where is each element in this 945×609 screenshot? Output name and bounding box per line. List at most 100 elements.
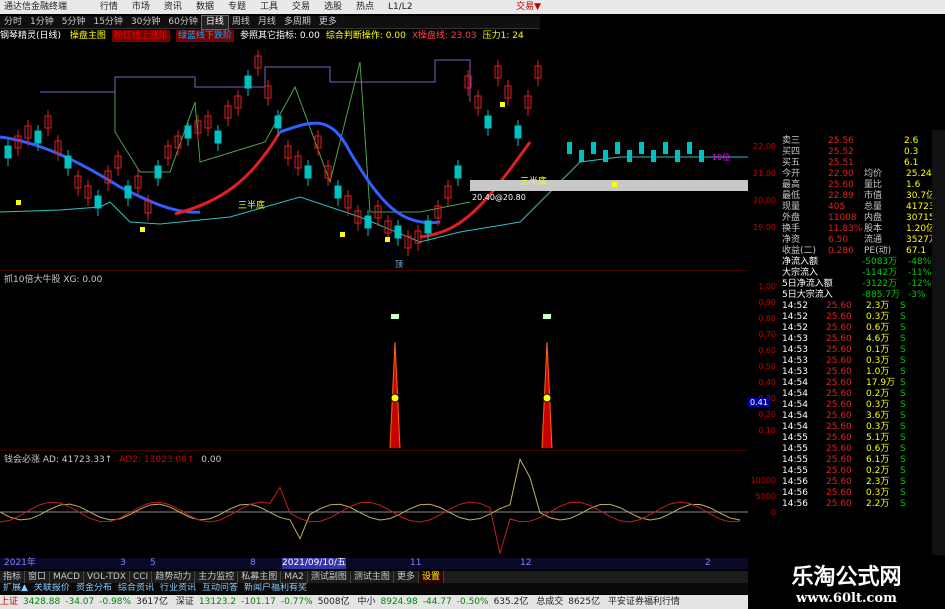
right-sidebar[interactable]: [932, 130, 945, 570]
indicator-tab-1[interactable]: 窗口: [25, 571, 51, 583]
ad-line: [0, 457, 741, 540]
menu-item-6[interactable]: 交易: [292, 2, 310, 12]
indicator-item-4: 综合判断操作: 0.00: [325, 31, 406, 41]
candle-body: [124, 185, 132, 199]
indicator-item-2: 绿蓝线下跌阶: [175, 30, 234, 42]
period-8[interactable]: 月线: [254, 16, 280, 29]
stat-row: 换手 11.83% 股本 1.20亿: [782, 224, 945, 235]
candle-body: [615, 142, 620, 154]
cell: 14:56: [782, 488, 808, 498]
watermark: 乐淘公式网 www.60lt.com: [748, 555, 945, 609]
candle-body: [214, 130, 222, 144]
candle-body: [184, 125, 192, 139]
signal-label-1: 三半底: [238, 199, 265, 211]
tick-row: 14:52 25.60 2.3万 S: [782, 301, 945, 312]
period-7[interactable]: 周线: [228, 16, 254, 29]
period-6[interactable]: 日线: [200, 15, 229, 30]
period-0[interactable]: 分时: [0, 16, 26, 29]
price-tick: 22.00: [753, 142, 776, 151]
indicator-tab-4[interactable]: CCI: [130, 571, 153, 583]
stat-value: 11.83%: [828, 224, 863, 234]
indicator-tab-0[interactable]: 指标: [0, 571, 26, 583]
stat-value: 25.60: [828, 180, 854, 190]
cell: 净资: [782, 235, 801, 245]
order-row: 买五 25.51 6.1: [782, 158, 945, 169]
period-4[interactable]: 30分钟: [127, 16, 164, 29]
indicator-bar: 钢琴精灵(日线) 操盘主图 粉红线上涨阶 绿蓝线下跌阶 参照其它指标: 0.00 综合判…: [0, 30, 540, 42]
candle-body: [394, 225, 402, 239]
indicator-tab-7[interactable]: 私募主图: [238, 571, 282, 583]
sub2-chart[interactable]: [0, 450, 748, 558]
tick-price: 25.60: [826, 356, 852, 366]
period-9[interactable]: 多周期: [280, 16, 315, 29]
cell: 14:52: [782, 323, 808, 333]
zx-pct: -0.50%: [456, 597, 489, 607]
menu-item-0[interactable]: 行情: [100, 2, 118, 12]
period-2[interactable]: 5分钟: [58, 16, 90, 29]
info-tab-5[interactable]: 互动问答: [199, 583, 241, 594]
broker-label[interactable]: 平安证券福利行情: [608, 595, 680, 609]
period-1[interactable]: 1分钟: [26, 16, 58, 29]
candle-body: [639, 142, 644, 154]
indicator-name[interactable]: 钢琴精灵(日线): [0, 30, 61, 42]
info-tab-0[interactable]: 扩展▲: [0, 583, 31, 594]
tick-vol: 6.1万: [866, 455, 890, 465]
info-tab-3[interactable]: 综合资讯: [115, 583, 157, 594]
sub2-tick: 0: [770, 508, 776, 517]
tick-side: S: [900, 389, 906, 399]
candle-body: [675, 150, 680, 162]
indicator-tab-5[interactable]: 趋势动力: [152, 571, 196, 583]
tick-vol: 0.6万: [866, 444, 890, 454]
info-tab-2[interactable]: 资金分布: [73, 583, 115, 594]
main-kline-chart[interactable]: 20.40@20.80三半底三半底顶10位: [0, 42, 748, 268]
sub1-chart[interactable]: [0, 270, 748, 450]
tick-row: 14:55 25.60 0.2万 S: [782, 466, 945, 477]
menu-item-1[interactable]: 市场: [132, 2, 150, 12]
indicator-tab-11[interactable]: 更多: [394, 571, 419, 583]
menu-item-4[interactable]: 专题: [228, 2, 246, 12]
indicator-tab-10[interactable]: 测试主图: [351, 571, 394, 583]
indicator-tab-2[interactable]: MACD: [50, 571, 85, 583]
period-5[interactable]: 60分钟: [164, 16, 201, 29]
tick-side: S: [900, 356, 906, 366]
info-tab-1[interactable]: 关联报价: [31, 583, 73, 594]
menu-item-8[interactable]: 热点: [356, 2, 374, 12]
cell: 最低: [782, 191, 801, 201]
candle-body: [4, 145, 12, 159]
indicator-tab-9[interactable]: 测试副图: [308, 571, 351, 583]
cell: 14:55: [782, 444, 808, 454]
tick-vol: 0.6万: [866, 323, 890, 333]
menu-item-9[interactable]: L1/L2: [388, 2, 413, 12]
cell: 14:54: [782, 400, 808, 410]
menu-item-5[interactable]: 工具: [260, 2, 278, 12]
candle-body: [94, 195, 102, 209]
period-3[interactable]: 15分钟: [89, 16, 126, 29]
trade-menu[interactable]: 交易▼: [516, 0, 541, 14]
info-tab-6[interactable]: 新闻户福利有奖: [241, 583, 310, 594]
indicator-tab-12[interactable]: 设置: [418, 571, 444, 583]
watermark-cn: 乐淘公式网: [791, 565, 902, 590]
tick-row: 14:52 25.60 0.3万 S: [782, 312, 945, 323]
menu-item-3[interactable]: 数据: [196, 2, 214, 12]
zx-chg: -44.77: [422, 597, 452, 607]
info-tabs: 扩展▲ 关联报价 资金分布 综合资讯 行业资讯 互动问答 新闻户福利有奖: [0, 583, 748, 594]
tick-row: 14:56 25.60 2.3万 S: [782, 477, 945, 488]
tick-row: 14:54 25.60 17.9万 S: [782, 378, 945, 389]
indicator-tab-3[interactable]: VOL-TDX: [84, 571, 130, 583]
date-tick: 8: [250, 558, 256, 568]
menu-item-2[interactable]: 资讯: [164, 2, 182, 12]
period-10[interactable]: 更多: [315, 16, 341, 29]
tick-row: 14:53 25.60 1.0万 S: [782, 367, 945, 378]
candle-body: [514, 125, 522, 139]
menu-item-7[interactable]: 选股: [324, 2, 342, 12]
indicator-tab-8[interactable]: MA2: [281, 571, 308, 583]
sub1-tick: 0.40: [758, 378, 776, 387]
stat-value: 405: [828, 202, 846, 212]
indicator-tab-6[interactable]: 主力监控: [195, 571, 239, 583]
box-label: 20.40@20.80: [472, 193, 526, 202]
info-tab-4[interactable]: 行业资讯: [157, 583, 199, 594]
cell: 总量: [864, 202, 883, 212]
sub1-tick: 0.50: [758, 362, 776, 371]
flow-value: -3122万: [862, 279, 898, 289]
tick-row: 14:55 25.60 5.1万 S: [782, 433, 945, 444]
